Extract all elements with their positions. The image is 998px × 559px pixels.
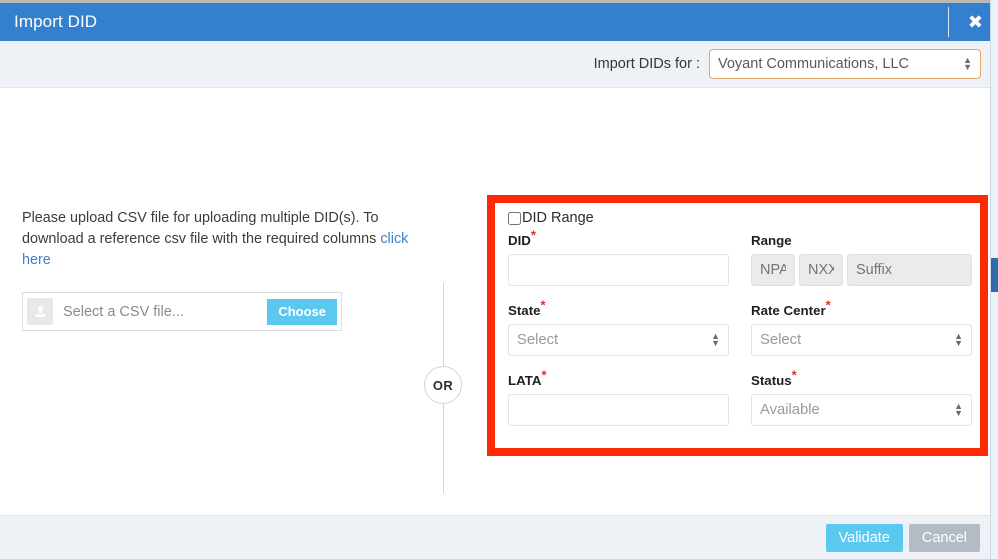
range-inputs [751, 254, 972, 286]
file-input-box[interactable]: Select a CSV file... Choose [22, 292, 342, 331]
state-select[interactable]: Select [508, 324, 729, 356]
or-divider-badge: OR [424, 366, 462, 404]
subheader-bar: Import DIDs for : Voyant Communications,… [0, 41, 994, 88]
close-icon[interactable]: ✖ [968, 3, 983, 41]
state-field-group: State* Select ▲ ▼ [508, 299, 729, 356]
manual-did-form: DID Range DID* Range St [508, 210, 973, 443]
range-npa-input[interactable] [751, 254, 795, 286]
page-scrollbar[interactable] [990, 0, 998, 559]
state-label: State* [508, 299, 729, 318]
import-did-modal: Import DID ✖ Import DIDs for : Voyant Co… [0, 0, 998, 559]
did-range-row: DID* Range [508, 229, 973, 286]
did-range-label: DID Range [522, 210, 594, 226]
status-label-text: Status [751, 373, 792, 388]
range-suffix-input[interactable] [847, 254, 972, 286]
cancel-button[interactable]: Cancel [908, 523, 980, 552]
scrollbar-thumb[interactable] [991, 258, 998, 292]
required-marker: * [825, 297, 831, 313]
validate-button[interactable]: Validate [825, 523, 903, 552]
rate-center-select[interactable]: Select [751, 324, 972, 356]
lata-label-text: LATA [508, 373, 542, 388]
header-divider [948, 7, 949, 37]
status-field-group: Status* Available ▲ ▼ [751, 369, 972, 426]
rate-center-label-text: Rate Center [751, 303, 826, 318]
state-label-text: State [508, 303, 541, 318]
range-label-text: Range [751, 233, 792, 248]
rate-center-select-wrapper: Select ▲ ▼ [751, 324, 972, 356]
account-select-wrapper: Voyant Communications, LLC ▲ ▼ [709, 49, 981, 79]
required-marker: * [541, 367, 547, 383]
choose-file-button[interactable]: Choose [267, 298, 337, 325]
lata-label: LATA* [508, 369, 729, 388]
rate-center-field-group: Rate Center* Select ▲ ▼ [751, 299, 972, 356]
upload-icon [27, 298, 53, 325]
import-dids-for-label: Import DIDs for : [593, 56, 700, 72]
did-label-text: DID [508, 233, 531, 248]
did-range-checkbox[interactable] [508, 211, 521, 225]
upload-description-text: Please upload CSV file for uploading mul… [22, 210, 381, 247]
required-marker: * [530, 227, 536, 243]
range-field-group: Range [751, 233, 972, 286]
file-name-display: Select a CSV file... [63, 303, 184, 320]
did-label: DID* [508, 229, 729, 248]
range-nxx-input[interactable] [799, 254, 843, 286]
csv-upload-panel: Please upload CSV file for uploading mul… [22, 208, 422, 331]
state-ratecenter-row: State* Select ▲ ▼ Rate Center* Select ▲ … [508, 299, 973, 356]
did-field-group: DID* [508, 229, 729, 286]
modal-header: Import DID ✖ [0, 3, 994, 41]
state-select-wrapper: Select ▲ ▼ [508, 324, 729, 356]
did-range-checkbox-row[interactable]: DID Range [508, 210, 973, 226]
lata-field-group: LATA* [508, 369, 729, 426]
lata-input[interactable] [508, 394, 729, 426]
did-input[interactable] [508, 254, 729, 286]
required-marker: * [540, 297, 546, 313]
page-title: Import DID [14, 12, 98, 31]
status-select-wrapper: Available ▲ ▼ [751, 394, 972, 426]
modal-body: Please upload CSV file for uploading mul… [0, 88, 994, 515]
upload-description: Please upload CSV file for uploading mul… [22, 208, 420, 271]
required-marker: * [791, 367, 797, 383]
account-select[interactable]: Voyant Communications, LLC [709, 49, 981, 79]
range-label: Range [751, 233, 972, 248]
lata-status-row: LATA* Status* Available ▲ ▼ [508, 369, 973, 426]
status-label: Status* [751, 369, 972, 388]
rate-center-label: Rate Center* [751, 299, 972, 318]
status-select[interactable]: Available [751, 394, 972, 426]
modal-footer: Validate Cancel [0, 515, 994, 559]
